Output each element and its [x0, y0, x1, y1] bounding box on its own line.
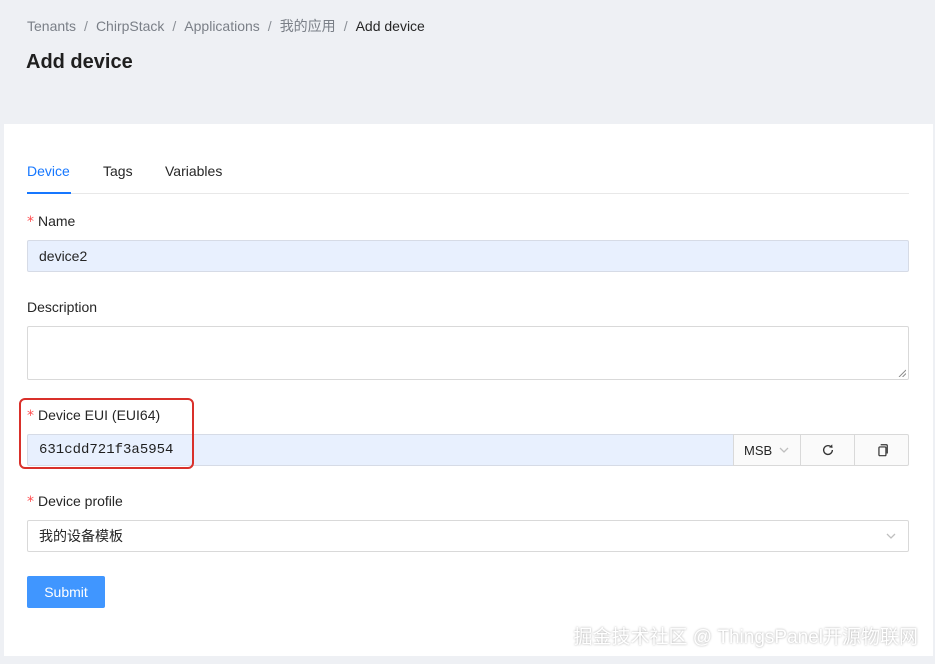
breadcrumb-separator: / — [84, 18, 88, 34]
required-mark: * — [27, 214, 34, 230]
generate-eui-button[interactable] — [801, 434, 855, 466]
name-input[interactable]: device2 — [27, 240, 909, 272]
resize-handle-icon[interactable] — [898, 369, 906, 377]
description-label: Description — [27, 299, 98, 315]
page-header: Tenants / ChirpStack / Applications / 我的… — [0, 0, 935, 124]
submit-button[interactable]: Submit — [27, 576, 105, 608]
breadcrumb-separator: / — [267, 18, 272, 34]
breadcrumb: Tenants / ChirpStack / Applications / 我的… — [27, 16, 425, 36]
tab-variables[interactable]: Variables — [165, 163, 222, 179]
byte-order-select[interactable]: MSB — [733, 434, 801, 466]
active-tab-indicator — [27, 192, 71, 194]
device-profile-label-text: Device profile — [38, 493, 123, 509]
breadcrumb-applications[interactable]: Applications — [184, 18, 260, 34]
breadcrumb-separator: / — [172, 18, 177, 34]
refresh-icon — [822, 444, 833, 456]
byte-order-value: MSB — [744, 442, 773, 458]
chevron-down-icon — [779, 447, 789, 453]
tab-device[interactable]: Device — [27, 163, 70, 179]
chevron-down-icon — [886, 533, 896, 539]
tab-bar: Device Tags Variables — [27, 158, 909, 194]
breadcrumb-current: Add device — [355, 18, 425, 34]
tab-tags[interactable]: Tags — [103, 163, 133, 179]
required-mark: * — [27, 494, 34, 510]
device-profile-select[interactable]: 我的设备模板 — [27, 520, 909, 552]
device-profile-value: 我的设备模板 — [39, 528, 123, 544]
breadcrumb-separator: / — [343, 18, 348, 34]
eui-highlight-box — [19, 398, 194, 469]
watermark: 掘金技术社区 @ ThingsPanel开源物联网 — [573, 627, 918, 648]
breadcrumb-application[interactable]: 我的应用 — [280, 16, 336, 36]
breadcrumb-tenants[interactable]: Tenants — [27, 18, 76, 34]
name-label-text: Name — [38, 213, 76, 229]
name-label: * Name — [27, 213, 75, 230]
copy-icon — [877, 444, 888, 457]
copy-eui-button[interactable] — [855, 434, 909, 466]
form-card: Device Tags Variables * Name device2 Desc… — [4, 124, 933, 656]
description-textarea[interactable] — [27, 326, 909, 380]
device-profile-label: * Device profile — [27, 493, 123, 510]
breadcrumb-chirpstack[interactable]: ChirpStack — [96, 18, 164, 34]
page-title: Add device — [26, 51, 133, 73]
